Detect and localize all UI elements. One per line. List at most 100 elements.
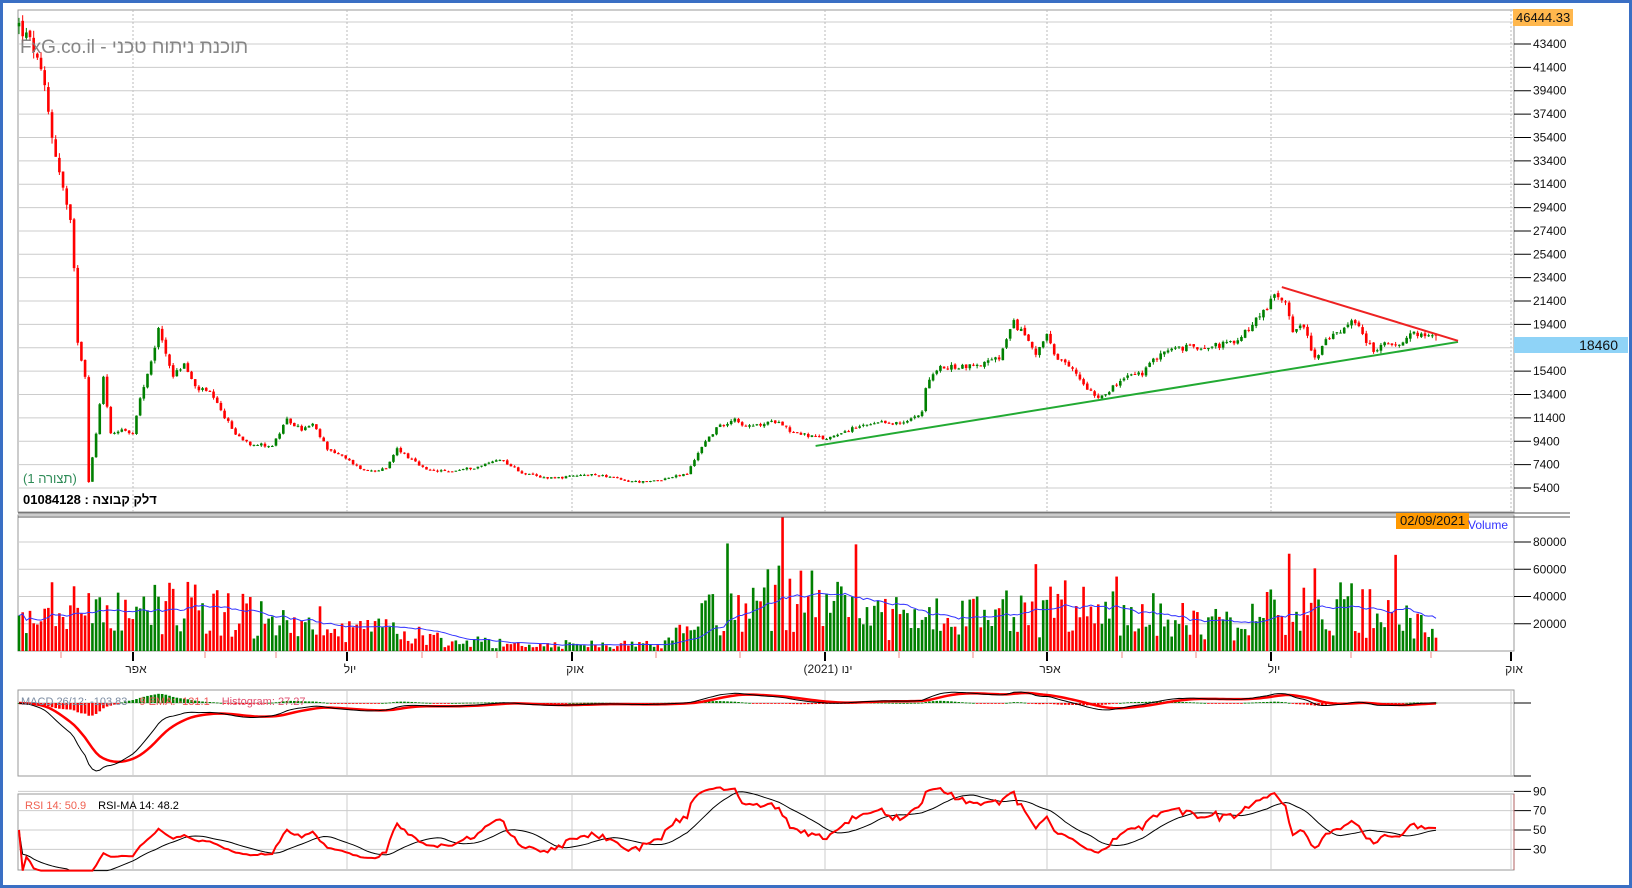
macd-histogram-bar [924, 702, 928, 703]
volume-bar [1141, 604, 1144, 651]
chart-canvas[interactable]: 43400 41400 39400 37400 35400 33400 31400 29400… [0, 0, 1632, 888]
candle-down [237, 434, 241, 437]
volume-bar [1210, 616, 1214, 651]
volume-bar [425, 644, 428, 651]
candle-down [43, 70, 46, 86]
volume-bar [1276, 614, 1280, 651]
volume-bar [300, 620, 303, 651]
candle-up [671, 477, 674, 479]
price-axis-label: 29400 [1533, 201, 1567, 215]
macd-histogram-bar [564, 703, 568, 704]
candle-up [693, 460, 696, 467]
candle-up [762, 424, 766, 427]
volume-bar [1174, 620, 1177, 651]
volume-bar [76, 607, 80, 651]
volume-bar [1427, 636, 1430, 651]
candle-up [1317, 355, 1320, 359]
macd-histogram-bar [417, 702, 421, 704]
volume-bar [1078, 617, 1082, 651]
macd-histogram-bar [454, 702, 458, 704]
candle-down [887, 422, 891, 424]
volume-bar [289, 632, 292, 651]
volume-bar [828, 612, 832, 651]
macd-histogram-bar [583, 702, 586, 704]
macd-histogram-bar [1107, 703, 1111, 705]
macd-histogram-bar [421, 702, 425, 704]
volume-bar [135, 606, 138, 651]
candle-up [990, 359, 994, 361]
candle-up [777, 422, 781, 424]
candle-down [616, 477, 619, 479]
candle-down [513, 466, 516, 468]
candle-up [102, 376, 105, 404]
volume-bar [1287, 553, 1291, 651]
volume-bar [527, 644, 531, 651]
volume-bar [1243, 629, 1247, 651]
volume-bar [373, 621, 377, 651]
macd-histogram-bar [377, 703, 381, 704]
macd-histogram-bar [884, 702, 887, 704]
volume-bar [770, 630, 773, 651]
macd-histogram-bar [898, 702, 902, 704]
macd-histogram-bar [1240, 703, 1243, 704]
candle-up [494, 460, 498, 462]
support-trendline [815, 340, 1459, 447]
macd-histogram-bar [414, 702, 417, 703]
volume-bar [902, 609, 906, 651]
x-label-jul-2020: יול [343, 662, 357, 676]
volume-bar [946, 617, 950, 651]
price-axis-label: 37400 [1533, 107, 1567, 121]
candle-up [1045, 333, 1049, 341]
volume-bar [788, 578, 792, 651]
candle-up [278, 433, 281, 439]
macd-histogram-bar [986, 703, 990, 704]
candle-down [946, 368, 950, 370]
macd-histogram-bar [348, 703, 351, 704]
volume-bar [733, 619, 737, 651]
volume-bar [821, 626, 825, 651]
macd-histogram-bar [1397, 703, 1401, 704]
candle-down [1203, 347, 1207, 349]
candle-down [627, 480, 630, 482]
candle-down [69, 204, 72, 220]
volume-bar [557, 646, 560, 651]
candle-up [770, 420, 773, 422]
volume-bar [69, 605, 72, 651]
volume-bar [1104, 601, 1107, 651]
candle-down [215, 397, 219, 403]
macd-histogram-bar [340, 703, 344, 704]
current-date-badge: 02/09/2021 [1396, 513, 1470, 529]
rsi-line [18, 786, 1437, 872]
macd-histogram-bar [1401, 703, 1405, 704]
volume-bar [836, 581, 839, 651]
macd-histogram-bar [428, 702, 432, 704]
candle-down [1232, 340, 1236, 344]
volume-bar [810, 570, 814, 651]
candle-up [1324, 339, 1328, 346]
candle-up [439, 470, 443, 472]
candle-down [421, 465, 425, 467]
macd-histogram-bar [406, 701, 410, 703]
volume-bar [1137, 628, 1140, 651]
candle-down [351, 460, 355, 465]
volume-bar [858, 618, 861, 651]
rsi-axis-label: 30 [1533, 842, 1547, 856]
candle-down [333, 450, 337, 454]
volume-bar [1368, 589, 1372, 651]
candle-down [623, 479, 627, 481]
volume-bar [1251, 603, 1254, 651]
volume-bar [1254, 621, 1258, 651]
macd-histogram-bar [759, 703, 762, 704]
macd-histogram-bar [1284, 702, 1287, 704]
volume-bar [263, 623, 267, 651]
candle-up [968, 364, 972, 369]
candle-up [1240, 336, 1243, 341]
volume-bar [832, 600, 836, 651]
volume-bar [403, 631, 406, 651]
volume-bar [1181, 602, 1185, 651]
candle-up [1397, 344, 1401, 346]
candle-down [1364, 333, 1368, 343]
candle-down [300, 425, 303, 431]
macd-histogram-bar [968, 702, 972, 704]
volume-bar [685, 626, 689, 651]
